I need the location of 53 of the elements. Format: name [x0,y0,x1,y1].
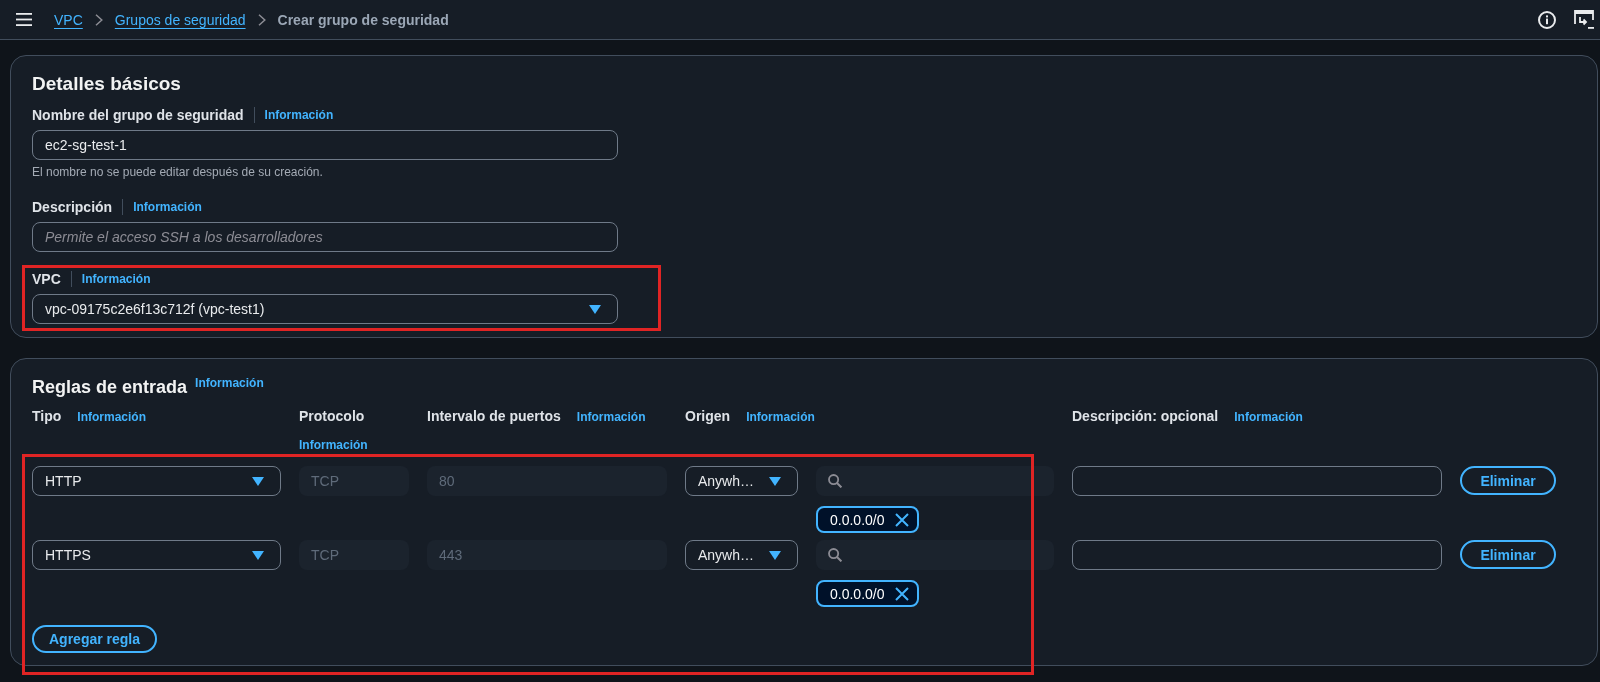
caret-down-icon [769,550,781,560]
source-select[interactable]: Anywh… [685,466,798,496]
field-label: Nombre del grupo de seguridad [32,107,244,123]
info-link[interactable]: Información [81,272,151,286]
cidr-text: 0.0.0.0/0 [830,511,885,528]
close-icon[interactable] [894,586,909,601]
close-icon[interactable] [894,512,909,527]
column-header: Origen [685,407,731,425]
vpc-select[interactable]: vpc-09175c2e6f13c712f (vpc-test1) [32,294,618,324]
search-field[interactable] [816,540,1054,570]
search-field[interactable] [816,466,1054,496]
type-select[interactable]: HTTP [32,466,281,496]
menu-icon[interactable] [16,13,32,26]
info-link[interactable]: Información [299,436,368,454]
chevron-right-icon [94,13,103,26]
info-link[interactable]: Información [746,408,815,426]
section-title: Reglas de entrada [32,376,188,398]
info-link[interactable]: Información [264,108,334,122]
info-link[interactable]: Información [133,200,202,214]
column-header: Intervalo de puertos [427,407,561,425]
search-icon [828,548,842,562]
info-link[interactable]: Información [576,408,646,426]
search-icon [828,474,842,488]
caret-down-icon [252,476,264,486]
delete-button[interactable]: Eliminar [1460,466,1556,495]
breadcrumb-link[interactable]: VPC [54,11,83,28]
chevron-right-icon [257,13,266,26]
field-label: VPC [32,271,61,287]
caret-down-icon [589,304,601,314]
breadcrumb-current: Crear grupo de seguridad [277,11,449,28]
cidr-text: 0.0.0.0/0 [830,585,885,602]
caret-down-icon [769,476,781,486]
caret-down-icon [252,550,264,560]
column-header: Protocolo [299,407,365,425]
source-select[interactable]: Anywh… [685,540,798,570]
info-icon[interactable] [1538,10,1556,29]
terminal-icon[interactable] [1574,9,1594,30]
add-rule-button[interactable]: Agregar regla [32,625,158,653]
info-link[interactable]: Información [77,408,146,426]
description-field[interactable] [1072,466,1442,496]
breadcrumb-link[interactable]: Grupos de seguridad [114,11,246,28]
column-header: Tipo [32,407,62,425]
delete-button[interactable]: Eliminar [1460,540,1556,569]
section-title: Detalles básicos [32,72,181,96]
type-select[interactable]: HTTPS [32,540,281,570]
text-field[interactable]: ec2-sg-test-1 [32,130,618,160]
info-link[interactable]: Información [195,376,264,390]
description-field[interactable] [1072,540,1442,570]
hint-text: El nombre no se puede editar después de su creación. [32,164,324,180]
column-header: Descripción: opcional [1072,407,1219,425]
info-link[interactable]: Información [1234,408,1303,426]
text-field[interactable]: Permite el acceso SSH a los desarrolladores [32,222,618,252]
field-label: Descripción [32,199,113,215]
